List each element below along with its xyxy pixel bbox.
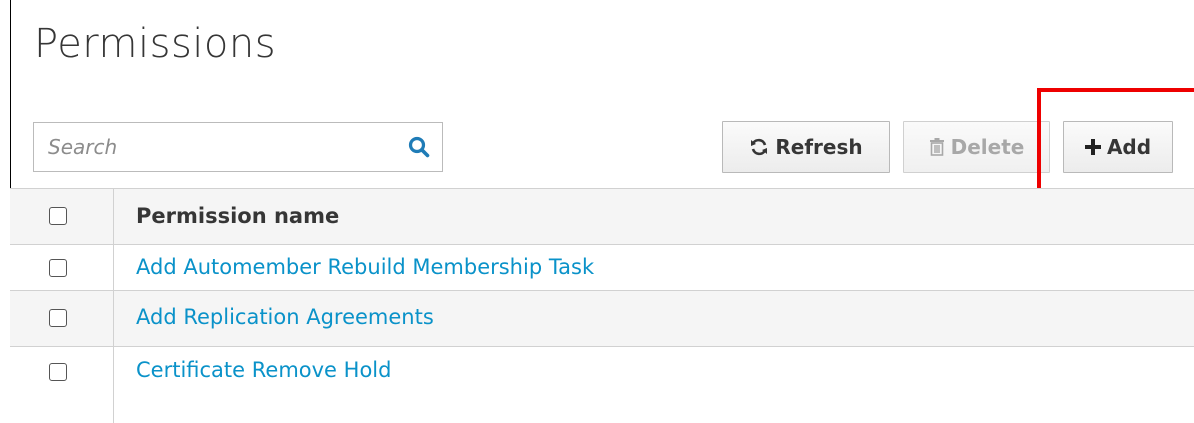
trash-icon: [929, 138, 945, 156]
row-checkbox-cell: [10, 291, 114, 346]
table-row: Add Automember Rebuild Membership Task: [10, 245, 1194, 291]
select-all-checkbox[interactable]: [49, 207, 67, 225]
search-icon[interactable]: [396, 124, 442, 170]
row-checkbox[interactable]: [49, 363, 67, 381]
clipped-top-text: [0, 0, 1194, 8]
permission-link[interactable]: Add Replication Agreements: [136, 305, 434, 329]
table-header-row: Permission name: [10, 189, 1194, 245]
row-checkbox[interactable]: [49, 309, 67, 327]
refresh-label: Refresh: [775, 135, 863, 159]
table-row: Certificate Remove Hold: [10, 347, 1194, 423]
page-title: Permissions: [34, 21, 277, 67]
row-checkbox[interactable]: [49, 259, 67, 277]
search-box: [33, 122, 443, 172]
select-all-cell: [10, 189, 114, 244]
add-button[interactable]: Add: [1063, 121, 1173, 173]
delete-label: Delete: [950, 135, 1025, 159]
permissions-page: Permissions Refresh: [0, 0, 1194, 423]
plus-icon: [1084, 139, 1101, 155]
table-row: Add Replication Agreements: [10, 291, 1194, 347]
row-checkbox-cell: [10, 245, 114, 290]
permission-link[interactable]: Certificate Remove Hold: [136, 358, 391, 382]
row-checkbox-cell: [10, 347, 114, 423]
delete-button[interactable]: Delete: [903, 121, 1050, 173]
search-input[interactable]: [34, 124, 396, 170]
add-label: Add: [1106, 135, 1152, 159]
permission-link[interactable]: Add Automember Rebuild Membership Task: [136, 255, 594, 279]
column-header-permission-name[interactable]: Permission name: [136, 204, 339, 228]
refresh-icon: [749, 137, 769, 157]
refresh-button[interactable]: Refresh: [722, 121, 890, 173]
